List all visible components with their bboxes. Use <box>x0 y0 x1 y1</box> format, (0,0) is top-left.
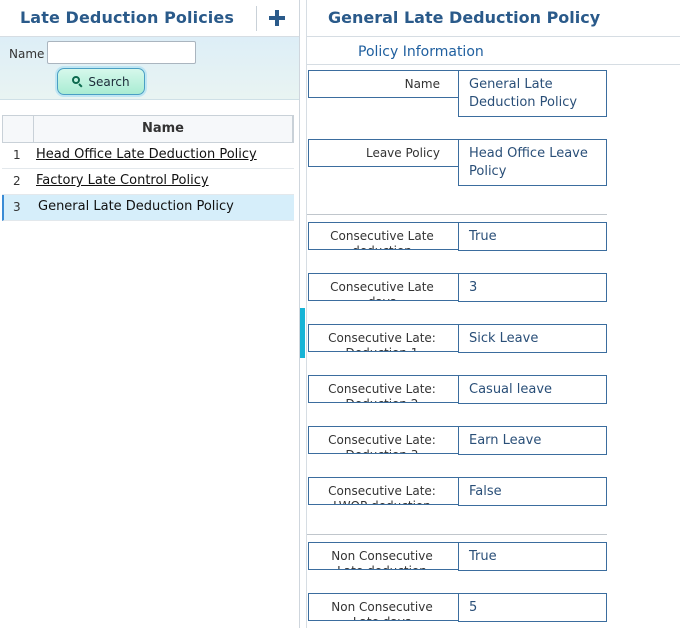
policy-link[interactable]: General Late Deduction Policy <box>38 199 234 214</box>
consecutive-deduction-3-value: Earn Leave <box>458 426 607 455</box>
row-number: 3 <box>13 200 21 214</box>
add-policy-button[interactable] <box>264 5 290 31</box>
row-number-header <box>3 116 34 142</box>
consecutive-lwop-value: False <box>458 477 607 506</box>
list-header: Late Deduction Policies <box>0 0 299 37</box>
name-column-header[interactable]: Name <box>34 116 293 142</box>
table-row[interactable]: 2 Factory Late Control Policy <box>2 169 294 195</box>
table-row-selected[interactable]: 3 General Late Deduction Policy <box>2 195 294 221</box>
leave-policy-value: Head Office Leave Policy <box>458 139 607 186</box>
non-consecutive-days-value: 5 <box>458 593 607 622</box>
name-filter-input[interactable] <box>47 41 196 64</box>
non-consecutive-deduction-label: Non Consecutive Late deduction <box>308 542 459 570</box>
search-panel: Name Search <box>0 37 299 100</box>
policy-list-pane: Late Deduction Policies Name Search Name… <box>0 0 300 628</box>
search-icon <box>72 76 83 88</box>
consecutive-deduction-2-value: Casual leave <box>458 375 607 404</box>
detail-header: General Late Deduction Policy <box>307 0 680 37</box>
row-number: 2 <box>13 174 21 188</box>
consecutive-late-days-label: Consecutive Late days <box>308 273 459 301</box>
list-title: Late Deduction Policies <box>20 8 234 27</box>
name-field-label: Name <box>308 70 459 98</box>
group-divider <box>307 534 607 535</box>
row-number: 1 <box>13 148 21 162</box>
non-consecutive-days-label: Non Consecutive Late days <box>308 593 459 621</box>
detail-title: General Late Deduction Policy <box>328 8 601 27</box>
consecutive-late-days-value: 3 <box>458 273 607 302</box>
policy-link[interactable]: Head Office Late Deduction Policy <box>36 147 257 162</box>
pane-splitter-handle[interactable] <box>300 308 305 358</box>
group-divider <box>307 214 607 215</box>
name-filter-label: Name <box>9 47 45 61</box>
policy-grid: Name 1 Head Office Late Deduction Policy… <box>2 115 294 221</box>
consecutive-deduction-1-value: Sick Leave <box>458 324 607 353</box>
consecutive-deduction-3-label: Consecutive Late: Deduction 3 <box>308 426 459 454</box>
search-button-label: Search <box>88 74 130 89</box>
section-title: Policy Information <box>358 44 484 60</box>
policy-detail-pane: General Late Deduction Policy Policy Inf… <box>306 0 680 628</box>
search-button[interactable]: Search <box>57 68 145 95</box>
consecutive-late-deduction-label: Consecutive Late deduction <box>308 222 459 250</box>
section-divider <box>307 64 680 65</box>
name-field-value: General Late Deduction Policy <box>458 70 607 117</box>
table-row[interactable]: 1 Head Office Late Deduction Policy <box>2 143 294 169</box>
leave-policy-label: Leave Policy <box>308 139 459 167</box>
non-consecutive-deduction-value: True <box>458 542 607 571</box>
policy-link[interactable]: Factory Late Control Policy <box>36 173 209 188</box>
consecutive-deduction-2-label: Consecutive Late: Deduction 2 <box>308 375 459 403</box>
header-divider <box>256 6 257 31</box>
consecutive-lwop-label: Consecutive Late: LWOP deduction <box>308 477 459 505</box>
grid-header: Name <box>2 115 294 143</box>
consecutive-deduction-1-label: Consecutive Late: Deduction 1 <box>308 324 459 352</box>
consecutive-late-deduction-value: True <box>458 222 607 251</box>
